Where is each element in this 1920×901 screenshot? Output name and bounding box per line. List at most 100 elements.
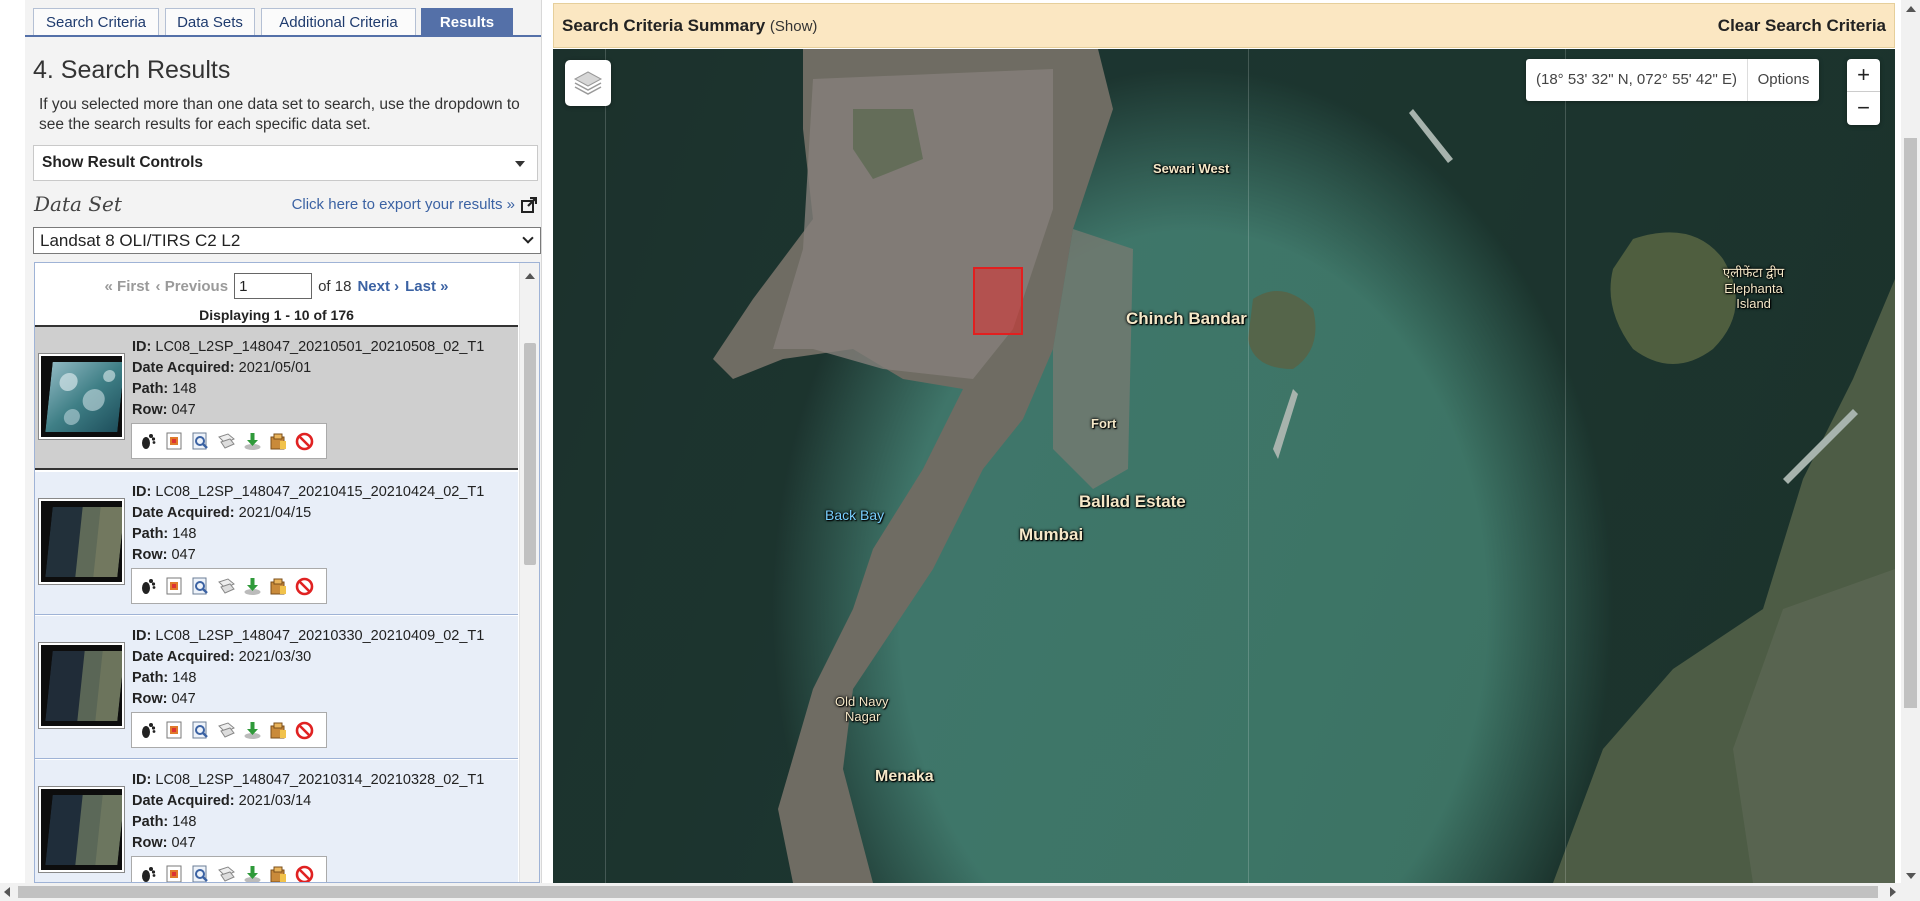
summary-title: Search Criteria Summary (Show): [562, 16, 817, 36]
compare-icon[interactable]: [216, 431, 237, 452]
scroll-up-icon[interactable]: [1906, 6, 1916, 12]
map-label-old-navy-line2: Nagar: [845, 709, 881, 724]
satellite-map[interactable]: Sewari West Chinch Bandar Fort Ballad Es…: [553, 49, 1895, 883]
footprint-icon[interactable]: [138, 431, 159, 452]
map-label-elephanta: एलीफेंटा द्वीप Elephanta Island: [1723, 263, 1784, 311]
pager-first[interactable]: « First: [105, 278, 150, 295]
layers-button[interactable]: [565, 60, 611, 106]
order-icon[interactable]: [268, 720, 289, 741]
result-item[interactable]: ID: LC08_L2SP_148047_20210330_20210409_0…: [35, 616, 518, 759]
scene-metadata: ID: LC08_L2SP_148047_20210501_20210508_0…: [132, 337, 484, 421]
scene-id: LC08_L2SP_148047_20210415_20210424_02_T1: [155, 484, 485, 500]
exclude-icon[interactable]: [294, 720, 315, 741]
coordinate-text: (18° 53' 32" N, 072° 55' 42" E): [1536, 71, 1737, 88]
scene-thumbnail[interactable]: [39, 643, 124, 728]
scene-thumbnail-image: [45, 362, 122, 432]
tab-results[interactable]: Results: [421, 8, 513, 36]
map-label-menaka: Menaka: [875, 768, 934, 785]
page-number-input[interactable]: [234, 273, 313, 299]
scene-thumbnail-image: [45, 507, 122, 577]
map-label-elephanta-line3: Island: [1736, 296, 1771, 311]
result-item[interactable]: ID: LC08_L2SP_148047_20210314_20210328_0…: [35, 760, 518, 883]
scroll-left-icon[interactable]: [4, 887, 10, 897]
scene-thumbnail[interactable]: [39, 499, 124, 584]
chevron-down-icon: [522, 232, 534, 244]
footprint-icon[interactable]: [138, 864, 159, 883]
row-label: Row:: [132, 547, 168, 563]
results-list: « First ‹ Previous of 18 Next › Last » D…: [34, 262, 540, 883]
metadata-icon[interactable]: [190, 431, 211, 452]
footprint-icon[interactable]: [138, 720, 159, 741]
page-hscroll-thumb[interactable]: [18, 886, 1878, 898]
download-icon[interactable]: [242, 720, 263, 741]
order-icon[interactable]: [268, 864, 289, 882]
download-icon[interactable]: [242, 431, 263, 452]
metadata-icon[interactable]: [190, 864, 211, 882]
download-icon[interactable]: [242, 576, 263, 597]
compare-icon[interactable]: [216, 864, 237, 883]
pager-next[interactable]: Next ›: [357, 278, 399, 295]
scroll-down-icon[interactable]: [1906, 873, 1916, 879]
result-controls-label: Show Result Controls: [42, 154, 204, 171]
scroll-right-icon[interactable]: [1890, 887, 1896, 897]
metadata-icon[interactable]: [190, 576, 211, 597]
zoom-out-button[interactable]: −: [1847, 92, 1880, 125]
map-grid-line: [1565, 49, 1566, 883]
results-scroll-thumb[interactable]: [524, 343, 536, 565]
browse-overlay-icon[interactable]: [164, 576, 185, 597]
pager-total: of 18: [318, 277, 352, 295]
tab-additional-criteria[interactable]: Additional Criteria: [261, 8, 416, 36]
map-options-button[interactable]: Options: [1747, 59, 1819, 101]
map-label-elephanta-line2: Elephanta: [1724, 281, 1783, 296]
show-result-controls-toggle[interactable]: Show Result Controls: [33, 145, 538, 181]
pager-last[interactable]: Last »: [405, 278, 448, 295]
date-acquired: 2021/05/01: [238, 360, 312, 376]
page-horizontal-scrollbar[interactable]: [0, 883, 1920, 901]
compare-icon[interactable]: [216, 720, 237, 741]
scene-thumbnail[interactable]: [39, 787, 124, 872]
exclude-icon[interactable]: [294, 431, 315, 452]
result-item[interactable]: ID: LC08_L2SP_148047_20210501_20210508_0…: [35, 327, 518, 470]
pager-previous[interactable]: ‹ Previous: [156, 278, 229, 295]
footprint-icon[interactable]: [138, 576, 159, 597]
metadata-icon[interactable]: [190, 720, 211, 741]
id-label: ID:: [132, 628, 152, 644]
date-label: Date Acquired:: [132, 360, 235, 376]
path-label: Path:: [132, 814, 169, 830]
result-tools: [131, 423, 327, 459]
result-item[interactable]: ID: LC08_L2SP_148047_20210415_20210424_0…: [35, 472, 518, 615]
scene-id: LC08_L2SP_148047_20210501_20210508_02_T1: [155, 339, 485, 355]
displaying-count: Displaying 1 - 10 of 176: [199, 307, 354, 323]
date-acquired: 2021/03/14: [238, 793, 312, 809]
download-icon[interactable]: [242, 864, 263, 882]
summary-show-link[interactable]: (Show): [770, 18, 818, 35]
browse-overlay-icon[interactable]: [164, 864, 185, 882]
scene-path: 148: [172, 670, 197, 686]
map-label-mumbai: Mumbai: [1019, 525, 1084, 544]
scroll-up-icon[interactable]: [525, 273, 535, 279]
date-acquired: 2021/03/30: [238, 649, 312, 665]
page-vertical-scrollbar[interactable]: [1901, 0, 1920, 883]
summary-title-text: Search Criteria Summary: [562, 16, 766, 35]
order-icon[interactable]: [268, 431, 289, 452]
map-label-old-navy-line1: Old Navy: [835, 694, 889, 709]
exclude-icon[interactable]: [294, 864, 315, 882]
page-scroll-thumb[interactable]: [1904, 138, 1917, 708]
exclude-icon[interactable]: [294, 576, 315, 597]
date-label: Date Acquired:: [132, 793, 235, 809]
export-results-link[interactable]: Click here to export your results »: [292, 196, 538, 213]
pager: « First ‹ Previous of 18 Next › Last » D…: [35, 263, 518, 327]
order-icon[interactable]: [268, 576, 289, 597]
browse-overlay-icon[interactable]: [164, 720, 185, 741]
tab-search-criteria[interactable]: Search Criteria: [33, 8, 159, 36]
tab-data-sets[interactable]: Data Sets: [165, 8, 255, 36]
search-area-box[interactable]: [973, 267, 1023, 335]
zoom-in-button[interactable]: +: [1847, 59, 1880, 92]
clear-search-criteria-button[interactable]: Clear Search Criteria: [1718, 16, 1886, 36]
results-scrollbar[interactable]: [519, 263, 539, 882]
dataset-select[interactable]: Landsat 8 OLI/TIRS C2 L2: [33, 227, 541, 254]
browse-overlay-icon[interactable]: [164, 431, 185, 452]
compare-icon[interactable]: [216, 576, 237, 597]
scene-thumbnail[interactable]: [39, 354, 124, 439]
map-grid-line: [1248, 49, 1249, 883]
